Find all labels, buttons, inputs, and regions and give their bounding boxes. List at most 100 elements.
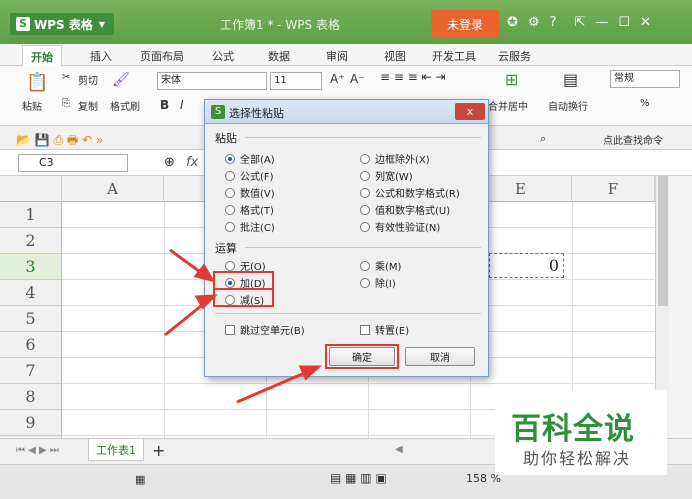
format-painter-button[interactable]: 格式刷 (110, 98, 140, 113)
radio-icon (360, 187, 370, 198)
document-title: 工作簿1 * - WPS 表格 (220, 18, 340, 32)
tab-data[interactable]: 数据 (268, 48, 290, 64)
copy-icon[interactable]: ⎘ (62, 98, 70, 109)
radio-op-divide[interactable]: 除(I) (360, 275, 396, 290)
watermark-logo: 百科全说 助你轻松解决 (495, 390, 667, 475)
row-header[interactable]: 7 (0, 358, 62, 384)
merge-center-icon[interactable]: ⊞ (505, 70, 518, 89)
fx-label[interactable]: fx (186, 155, 198, 170)
paste-icon[interactable]: 📋 (26, 72, 48, 93)
align-icons[interactable]: ≡ ≡ ≡ ⇤ ⇥ (380, 70, 446, 84)
paste-button[interactable]: 粘贴 (22, 98, 42, 113)
radio-label: 全部(A) (240, 155, 275, 166)
close-icon[interactable]: ✕ (640, 15, 651, 30)
radio-icon (360, 260, 370, 271)
format-painter-icon[interactable]: 🖌 (112, 72, 130, 88)
cut-icon[interactable]: ✂ (62, 72, 70, 83)
radio-icon (225, 221, 235, 232)
radio-paste-value-number[interactable]: 值和数字格式(U) (360, 202, 450, 217)
font-size-select[interactable]: 11 (270, 72, 322, 90)
italic-icon[interactable]: I (180, 98, 184, 112)
highlight-box-ok (325, 344, 399, 369)
row-header[interactable]: 5 (0, 306, 62, 332)
cancel-button[interactable]: 取消 (405, 347, 475, 366)
checkbox-transpose[interactable]: 转置(E) (360, 322, 409, 337)
select-all-corner[interactable] (0, 176, 62, 202)
bold-icon[interactable]: B (160, 98, 169, 112)
cut-button[interactable]: 剪切 (78, 72, 98, 87)
radio-label: 乘(M) (375, 262, 402, 273)
command-search[interactable]: 点此查找命令 (603, 132, 663, 147)
auto-wrap-button[interactable]: 自动换行 (548, 98, 588, 113)
sheet-nav-icons[interactable]: ⏮ ◀ ▶ ⏭ (16, 445, 59, 456)
auto-wrap-icon[interactable]: ▤ (563, 70, 578, 89)
dialog-title: 选择性粘贴 (229, 107, 284, 120)
settings-icon[interactable]: ⚙ (528, 15, 540, 30)
number-format-select[interactable]: 常规 (610, 70, 680, 88)
row-header[interactable]: 1 (0, 202, 62, 228)
tab-developer[interactable]: 开发工具 (432, 48, 476, 64)
radio-paste-validation[interactable]: 有效性验证(N) (360, 219, 440, 234)
dropdown-arrow-icon: ▼ (98, 19, 106, 29)
radio-paste-comments[interactable]: 批注(C) (225, 219, 275, 234)
row-header[interactable]: 8 (0, 384, 62, 410)
radio-paste-values[interactable]: 数值(V) (225, 185, 275, 200)
radio-paste-col-width[interactable]: 列宽(W) (360, 168, 413, 183)
scroll-thumb[interactable] (658, 176, 668, 306)
radio-paste-formula-number[interactable]: 公式和数字格式(R) (360, 185, 460, 200)
row-header[interactable]: 9 (0, 410, 62, 436)
row-header[interactable]: 4 (0, 280, 62, 306)
radio-label: 公式(F) (240, 172, 274, 183)
dialog-close-button[interactable]: x (455, 103, 485, 120)
grow-font-icon[interactable]: A⁺ (330, 72, 345, 86)
radio-label: 除(I) (375, 279, 396, 290)
tab-home[interactable]: 开始 (22, 45, 62, 68)
sheet-tab[interactable]: 工作表1 (88, 439, 144, 461)
title-bar: S WPS 表格 ▼ 工作簿1 * - WPS 表格 未登录 ✪ ⚙ ? ⇱ —… (0, 0, 692, 44)
radio-label: 有效性验证(N) (375, 223, 441, 234)
status-icon[interactable]: ▦ (135, 473, 145, 486)
zoom-search-icon[interactable]: ⊕ (164, 155, 175, 170)
radio-paste-all[interactable]: 全部(A) (225, 151, 275, 166)
login-button[interactable]: 未登录 (431, 10, 499, 38)
font-name-select[interactable]: 宋体 (157, 72, 267, 90)
percent-button[interactable]: % (640, 98, 650, 109)
group-separator (215, 313, 481, 314)
hscroll-left-icon[interactable]: ◀ (395, 444, 403, 455)
shrink-font-icon[interactable]: A⁻ (350, 72, 365, 86)
pin-icon[interactable]: ⇱ (574, 15, 585, 30)
minimize-icon[interactable]: — (595, 15, 608, 30)
row-header[interactable]: 2 (0, 228, 62, 254)
search-icon[interactable]: ⌕ (540, 132, 546, 146)
add-sheet-icon[interactable]: + (152, 441, 165, 460)
tab-insert[interactable]: 插入 (90, 48, 112, 64)
radio-label: 批注(C) (240, 223, 275, 234)
copy-button[interactable]: 复制 (78, 98, 98, 113)
row-header-active[interactable]: 3 (0, 254, 62, 280)
name-box[interactable]: C3 (18, 154, 128, 172)
tab-formula[interactable]: 公式 (212, 48, 234, 64)
radio-paste-formula[interactable]: 公式(F) (225, 168, 274, 183)
tab-view[interactable]: 视图 (384, 48, 406, 64)
tab-cloud[interactable]: 云服务 (498, 48, 531, 64)
maximize-icon[interactable]: ☐ (618, 15, 630, 30)
cell-e3-copied[interactable]: 0 (489, 253, 564, 278)
column-header[interactable]: A (62, 176, 164, 202)
view-mode-icons[interactable]: ▤ ▦ ▥ ▣ (330, 471, 387, 485)
skin-icon[interactable]: ✪ (507, 15, 518, 30)
help-icon[interactable]: ? (550, 15, 557, 30)
paste-group-label: 粘贴 (215, 132, 237, 145)
radio-paste-formats[interactable]: 格式(T) (225, 202, 274, 217)
radio-op-multiply[interactable]: 乘(M) (360, 258, 401, 273)
row-header[interactable]: 6 (0, 332, 62, 358)
checkbox-skip-blanks[interactable]: 跳过空单元(B) (225, 322, 305, 337)
column-header[interactable]: F (572, 176, 655, 202)
tab-review[interactable]: 审阅 (326, 48, 348, 64)
wps-logo-icon: S (16, 17, 30, 31)
tab-page-layout[interactable]: 页面布局 (140, 48, 184, 64)
quick-access-icons[interactable]: 📂 💾 ⎙ 🖶 ↶ » (16, 131, 103, 152)
app-menu-button[interactable]: S WPS 表格 ▼ (10, 13, 114, 35)
radio-label: 格式(T) (240, 206, 274, 217)
radio-paste-no-borders[interactable]: 边框除外(X) (360, 151, 430, 166)
merge-center-button[interactable]: 合并居中 (488, 98, 528, 113)
